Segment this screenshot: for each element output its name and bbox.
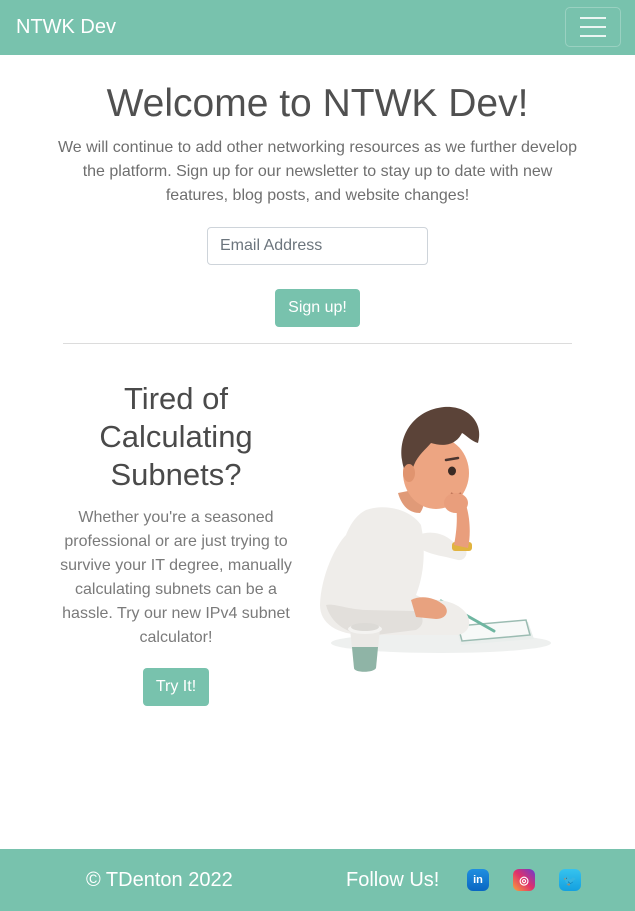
feature-description: Whether you're a seasoned professional o… <box>60 509 292 646</box>
twitter-icon[interactable]: 🐦 <box>559 869 581 891</box>
coffee-cup-illustration <box>348 623 382 672</box>
copyright-text: © TDenton 2022 <box>86 869 233 891</box>
hero-section: Welcome to NTWK Dev! We will continue to… <box>0 55 635 344</box>
brand-link[interactable]: NTWK Dev <box>16 16 116 39</box>
menu-bar <box>580 35 606 37</box>
subnet-feature: Tired of Calculating Subnets? Whether yo… <box>48 380 304 706</box>
signup-button[interactable]: Sign up! <box>275 289 360 327</box>
email-input[interactable] <box>207 227 428 265</box>
footer: © TDenton 2022 Follow Us! in ◎ 🐦 <box>0 849 635 911</box>
hamburger-menu-icon[interactable] <box>565 7 621 47</box>
feature-title: Tired of Calculating Subnets? <box>99 381 253 492</box>
instagram-icon[interactable]: ◎ <box>513 869 535 891</box>
linkedin-icon[interactable]: in <box>467 869 489 891</box>
person-writing-illustration <box>320 406 551 672</box>
try-it-button[interactable]: Try It! <box>143 668 209 706</box>
page-title: Welcome to NTWK Dev! <box>106 82 529 125</box>
hero-description: We will continue to add other networking… <box>57 139 578 204</box>
divider <box>63 343 572 344</box>
menu-bar <box>580 17 606 19</box>
follow-us-label: Follow Us! <box>346 869 440 891</box>
navbar: NTWK Dev <box>0 0 635 55</box>
menu-bar <box>580 26 606 28</box>
